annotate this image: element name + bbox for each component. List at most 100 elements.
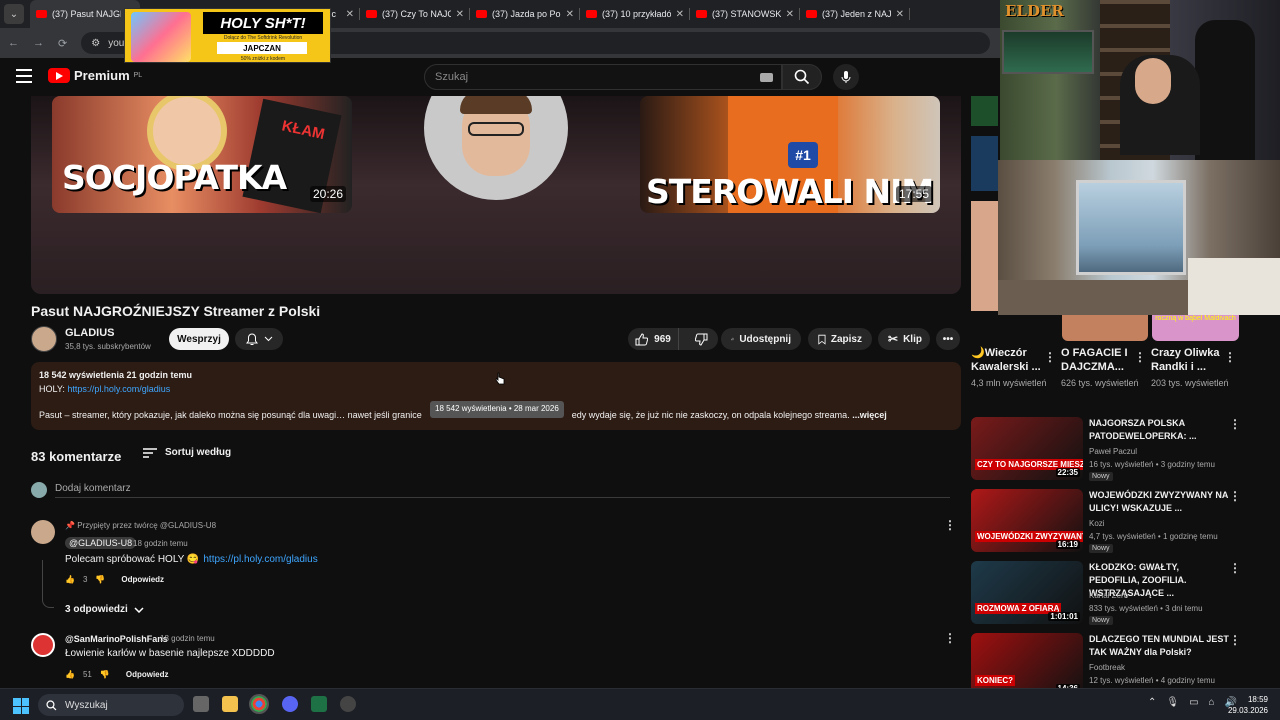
tab-search-button[interactable]: ⌄ (4, 4, 24, 24)
short-menu-icon[interactable]: ⋮ (1224, 350, 1236, 364)
related-menu-icon[interactable]: ⋮ (1229, 489, 1241, 503)
like-button[interactable]: 969 (628, 328, 680, 350)
windows-start-icon[interactable] (13, 698, 29, 714)
add-comment-input[interactable]: Dodaj komentarz (55, 483, 131, 494)
more-actions-button[interactable]: ••• (936, 328, 960, 350)
thumbs-down-icon[interactable]: 👎 (100, 670, 110, 679)
short-title[interactable]: 🌙Wieczór Kawalerski ... (971, 346, 1051, 374)
channel-avatar[interactable] (31, 326, 57, 352)
network-icon[interactable]: ⌂ (1209, 697, 1215, 708)
thumbs-down-icon[interactable]: 👎 (95, 575, 105, 584)
comment-author-tag[interactable]: @GLADIUS-U8 (65, 537, 137, 549)
close-icon[interactable]: ✕ (676, 9, 684, 20)
related-menu-icon[interactable]: ⋮ (1229, 561, 1241, 575)
comment-body: Polecam spróbować HOLY 😋 (65, 554, 200, 565)
microphone-icon[interactable]: 🎙 (1166, 697, 1179, 708)
related-menu-icon[interactable]: ⋮ (1229, 417, 1241, 431)
related-title[interactable]: WOJEWÓDZKI ZWYZYWANY NA ULICY! WSKAZUJE … (1089, 489, 1229, 515)
close-icon[interactable]: ✕ (456, 9, 464, 20)
app-icon[interactable] (340, 696, 356, 712)
comment-author[interactable]: @SanMarinoPolishFans (65, 634, 168, 644)
comment-menu-icon[interactable]: ⋮ (944, 631, 956, 645)
back-icon[interactable]: ← (8, 37, 19, 49)
clock[interactable]: 18:59 29.03.2026 (1224, 694, 1268, 716)
reload-icon[interactable]: ⟳ (58, 37, 67, 50)
discord-icon[interactable] (282, 696, 298, 712)
related-video[interactable]: WOJEWÓDZKI ZWYZYWANY 16:19 WOJEWÓDZKI ZWYZ… (971, 489, 1276, 555)
related-thumbnail[interactable]: CZY TO NAJGORSZE MIESZKANIE W POLSCE?22:… (971, 417, 1083, 480)
keyboard-icon[interactable] (760, 73, 773, 82)
voice-search-button[interactable] (833, 64, 859, 90)
sidebar-thumbnails-strip[interactable] (971, 96, 998, 341)
hamburger-menu-icon[interactable] (16, 69, 32, 83)
chevron-up-icon[interactable]: ⌃ (1148, 697, 1156, 708)
related-channel[interactable]: Kanał Zero (1089, 591, 1128, 600)
comment-avatar[interactable] (31, 633, 55, 657)
notifications-button[interactable] (235, 328, 283, 350)
task-view-icon[interactable] (193, 696, 209, 712)
taskbar-search[interactable]: Wyszukaj (38, 694, 184, 716)
endscreen-channel-avatar[interactable] (424, 96, 568, 200)
youtube-premium-logo[interactable]: Premium PL (48, 68, 142, 83)
holy-ad-overlay[interactable]: HOLY SH*T! Dołącz do The Softdrink Revol… (124, 8, 331, 63)
related-video[interactable]: ROZMOWA Z OFIARĄ 1:01:01 KŁODZKO: GWAŁTY, … (971, 561, 1276, 627)
endscreen-video-left[interactable]: KŁAM SOCJOPATKA 20:26 (52, 96, 352, 213)
related-channel[interactable]: Footbreak (1089, 663, 1125, 672)
share-button[interactable]: Udostępnij (721, 328, 801, 350)
short-title[interactable]: O FAGACIE I DAJCZMA... (1061, 346, 1141, 374)
close-icon[interactable]: ✕ (786, 9, 794, 20)
close-icon[interactable]: ✕ (346, 9, 354, 20)
comment-link[interactable]: https://pl.holy.com/gladius (203, 554, 317, 565)
save-button[interactable]: Zapisz (808, 328, 872, 350)
duration-badge: 17:55 (896, 186, 933, 202)
related-channel[interactable]: Kozi (1089, 519, 1105, 528)
short-menu-icon[interactable]: ⋮ (1134, 350, 1146, 364)
comment-menu-icon[interactable]: ⋮ (944, 518, 956, 532)
search-input[interactable]: Szukaj (424, 64, 782, 90)
search-button[interactable] (782, 64, 822, 90)
short-title[interactable]: Crazy Oliwka Randki i ... (1151, 346, 1231, 374)
site-info-icon[interactable]: ⚙ (91, 38, 100, 49)
support-button[interactable]: Wesprzyj (169, 328, 229, 350)
short-menu-icon[interactable]: ⋮ (1044, 350, 1056, 364)
short-thumbnail[interactable]: roczną w bąbel Maldivach (1152, 315, 1239, 341)
show-replies-button[interactable]: 3 odpowiedzi (65, 604, 144, 615)
browser-tab[interactable]: (37) Jazda po Pol ✕ (470, 0, 580, 28)
related-thumbnail[interactable]: ROZMOWA Z OFIARĄ 1:01:01 (971, 561, 1083, 624)
thumbs-up-icon[interactable]: 👍 (65, 575, 75, 584)
related-channel[interactable]: Paweł Paczul (1089, 447, 1137, 456)
excel-icon[interactable] (311, 696, 327, 712)
thumbs-up-icon[interactable]: 👍 (65, 670, 75, 679)
short-thumbnail[interactable] (1062, 315, 1148, 341)
related-menu-icon[interactable]: ⋮ (1229, 633, 1241, 647)
related-thumbnail[interactable]: WOJEWÓDZKI ZWYZYWANY 16:19 (971, 489, 1083, 552)
endscreen-video-right[interactable]: #1 STEROWALI NIM 17:55 (640, 96, 940, 213)
browser-tab[interactable]: (37) STANOWSKI ✕ (690, 0, 800, 28)
related-thumbnail[interactable]: KONIEC?14:36 (971, 633, 1083, 696)
show-more-link[interactable]: ...więcej (852, 410, 887, 420)
close-icon[interactable]: ✕ (896, 9, 904, 20)
video-player[interactable]: KŁAM SOCJOPATKA 20:26 #1 STEROWALI NIM 1… (31, 96, 961, 294)
search-icon (794, 69, 810, 85)
channel-name[interactable]: GLADIUS (65, 327, 115, 339)
related-title[interactable]: NAJGORSZA POLSKA PATODEWELOPERKA: ... (1089, 417, 1229, 443)
reply-button[interactable]: Odpowiedz (126, 670, 169, 679)
holy-link[interactable]: https://pl.holy.com/gladius (67, 384, 170, 394)
browser-tab[interactable]: (37) Czy To NAJG ✕ (360, 0, 470, 28)
file-explorer-icon[interactable] (222, 696, 238, 712)
clip-button[interactable]: ✂ Klip (878, 328, 930, 350)
chrome-icon[interactable] (249, 694, 269, 714)
reply-button[interactable]: Odpowiedz (121, 575, 164, 584)
close-icon[interactable]: ✕ (566, 9, 574, 20)
related-video[interactable]: CZY TO NAJGORSZE MIESZKANIE W POLSCE?22:… (971, 417, 1276, 483)
dislike-button[interactable] (684, 328, 718, 350)
youtube-header: Premium PL Szukaj (0, 58, 965, 96)
browser-tab[interactable]: (37) 10 przykładó ✕ (580, 0, 690, 28)
comment-avatar[interactable] (31, 520, 55, 544)
forward-icon[interactable]: → (33, 37, 44, 49)
tab-title: (37) Jeden z NAJ (822, 9, 891, 19)
related-title[interactable]: DLACZEGO TEN MUNDIAL JEST TAK WAŻNY dla … (1089, 633, 1229, 659)
display-icon[interactable]: ▭ (1189, 697, 1198, 708)
browser-tab[interactable]: (37) Jeden z NAJ ✕ (800, 0, 910, 28)
sort-comments-button[interactable]: Sortuj według (143, 447, 231, 458)
